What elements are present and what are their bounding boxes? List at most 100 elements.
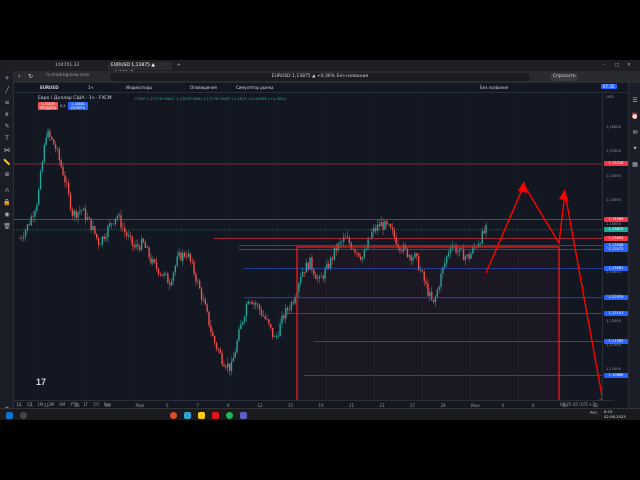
chrome-icon[interactable] — [170, 412, 177, 419]
candle-body — [290, 302, 293, 310]
tradingview-logo: 17 — [36, 377, 46, 387]
candle-body — [170, 281, 173, 286]
range-button[interactable]: 1М — [37, 402, 43, 407]
range-button[interactable]: YTD — [70, 402, 78, 407]
candle-body — [485, 224, 487, 234]
candle-body — [210, 325, 212, 332]
app-icon-1[interactable] — [184, 412, 191, 419]
candle-body — [139, 246, 141, 250]
windows-start-icon[interactable] — [6, 412, 13, 419]
pattern-icon[interactable]: ⋈ — [3, 147, 11, 154]
utc-clock[interactable]: 08:25:45 (UTC+3) — [560, 402, 596, 407]
lock-icon[interactable]: 🔒 — [3, 199, 11, 206]
eye-icon[interactable]: ◉ — [3, 211, 11, 218]
chat-icon[interactable]: ✉ — [631, 129, 639, 136]
fib-icon[interactable]: ⋔ — [3, 111, 11, 118]
candle-body — [140, 238, 143, 250]
buy-label: КУПИТЬ — [71, 106, 85, 110]
watchlist-icon[interactable]: ☰ — [631, 97, 639, 104]
range-button[interactable]: 5Д — [27, 402, 33, 407]
range-button[interactable]: 5Л — [93, 402, 99, 407]
browser-tab-2[interactable]: EURUSD 1,13875 ▲ +0,36% Без названия — [108, 62, 172, 76]
candle-body — [19, 238, 21, 239]
range-button[interactable]: 3М — [48, 402, 54, 407]
text-icon[interactable]: T — [3, 135, 11, 142]
search-icon[interactable] — [20, 412, 27, 419]
magnet-icon[interactable]: ∩ — [3, 187, 11, 194]
new-tab-button[interactable]: + — [174, 62, 182, 70]
candle-body — [23, 236, 25, 238]
candle-body — [240, 324, 242, 330]
price-label: 1,10860 — [604, 373, 628, 379]
brush-icon[interactable]: ✎ — [3, 123, 11, 130]
alerts-button[interactable]: Оповещения — [190, 85, 217, 90]
app-icon-2[interactable] — [212, 412, 219, 419]
browser-tab-1[interactable]: 104701.33 — [52, 62, 104, 70]
candle-body — [183, 252, 186, 257]
candle-body — [268, 319, 270, 325]
range-button[interactable]: Все — [104, 402, 111, 407]
candle-body — [200, 288, 203, 300]
currency-label: USD — [606, 95, 614, 99]
candle-body — [255, 303, 257, 305]
language-indicator[interactable]: РУС — [590, 410, 597, 415]
windows-taskbar: РУС 8:25 02.06.2025 — [0, 408, 640, 420]
close-window-button[interactable]: ✕ — [624, 62, 632, 70]
ask-button[interactable]: Спросите — [550, 73, 579, 81]
horizontal-line-icon[interactable]: ≡ — [3, 99, 11, 106]
range-button[interactable]: 6М — [59, 402, 65, 407]
indicators-button[interactable]: Индикаторы — [126, 85, 152, 90]
maximize-button[interactable]: □ — [612, 62, 620, 70]
candle-body — [386, 221, 388, 225]
candle-body — [92, 226, 94, 230]
clock-badge[interactable]: 07:35 — [601, 84, 617, 89]
candle-body — [38, 189, 40, 206]
candle-body — [137, 244, 139, 247]
price-axis[interactable]: USD 1,15238 1,14088 1,13875 1,13693 1,13548 1… — [602, 93, 628, 400]
candle-body — [227, 363, 229, 368]
candle-body — [270, 324, 272, 328]
candle-body — [260, 309, 263, 316]
range-button[interactable]: 1Д — [16, 402, 22, 407]
alerts-icon[interactable]: ⏰ — [631, 113, 639, 120]
app-icon-4[interactable] — [240, 412, 247, 419]
interval-button[interactable]: 1ч — [88, 85, 93, 90]
layout-name[interactable]: Без названия — [480, 85, 508, 90]
browser-tab-strip: 104701.33 EURUSD 1,13875 ▲ +0,36% Без на… — [0, 60, 640, 76]
symbol-search[interactable]: EURUSD — [40, 85, 59, 90]
candle-body — [279, 323, 281, 336]
candle-body — [146, 247, 148, 249]
trendline-icon[interactable]: ╱ — [3, 87, 11, 94]
calendar-icon[interactable]: ▦ — [631, 161, 639, 168]
sell-button[interactable]: 1,13875 ПРОДАТЬ — [38, 102, 58, 110]
trash-icon[interactable]: 🗑 — [3, 223, 11, 230]
candle-body — [339, 241, 341, 244]
replay-button[interactable]: Симулятор рынка — [236, 85, 274, 90]
candle-body — [185, 256, 188, 258]
price-tick: 1,15000 — [606, 173, 621, 178]
candle-body — [187, 253, 190, 257]
candle-body — [90, 218, 92, 230]
price-tick: 1,14500 — [606, 197, 621, 202]
price-chart[interactable]: 17 — [14, 93, 614, 400]
back-icon[interactable]: ‹ — [18, 73, 20, 80]
buy-button[interactable]: 1,13881 КУПИТЬ — [68, 102, 88, 110]
candle-body — [109, 223, 111, 227]
refresh-icon[interactable]: ↻ — [28, 73, 33, 80]
range-button[interactable]: 1Г — [83, 402, 88, 407]
candle-body — [288, 309, 291, 311]
app-icon-3[interactable] — [226, 412, 233, 419]
range-box[interactable] — [296, 246, 560, 400]
candle-body — [144, 242, 147, 248]
zoom-icon[interactable]: ⊕ — [3, 171, 11, 178]
url-field[interactable]: EURUSD 1,13875 ▲ +0,36% Без названия — [110, 73, 530, 81]
minimize-button[interactable]: – — [600, 62, 608, 70]
candle-body — [242, 321, 244, 325]
ruler-icon[interactable]: 📏 — [3, 159, 11, 166]
ideas-icon[interactable]: ✦ — [631, 145, 639, 152]
candle-body — [60, 160, 62, 167]
legend-title: Евро / Доллар США · 1ч · FXCM — [38, 96, 112, 101]
crosshair-icon[interactable]: + — [3, 75, 11, 82]
taskbar-date[interactable]: 02.06.2025 — [604, 414, 626, 419]
folder-icon[interactable] — [198, 412, 205, 419]
